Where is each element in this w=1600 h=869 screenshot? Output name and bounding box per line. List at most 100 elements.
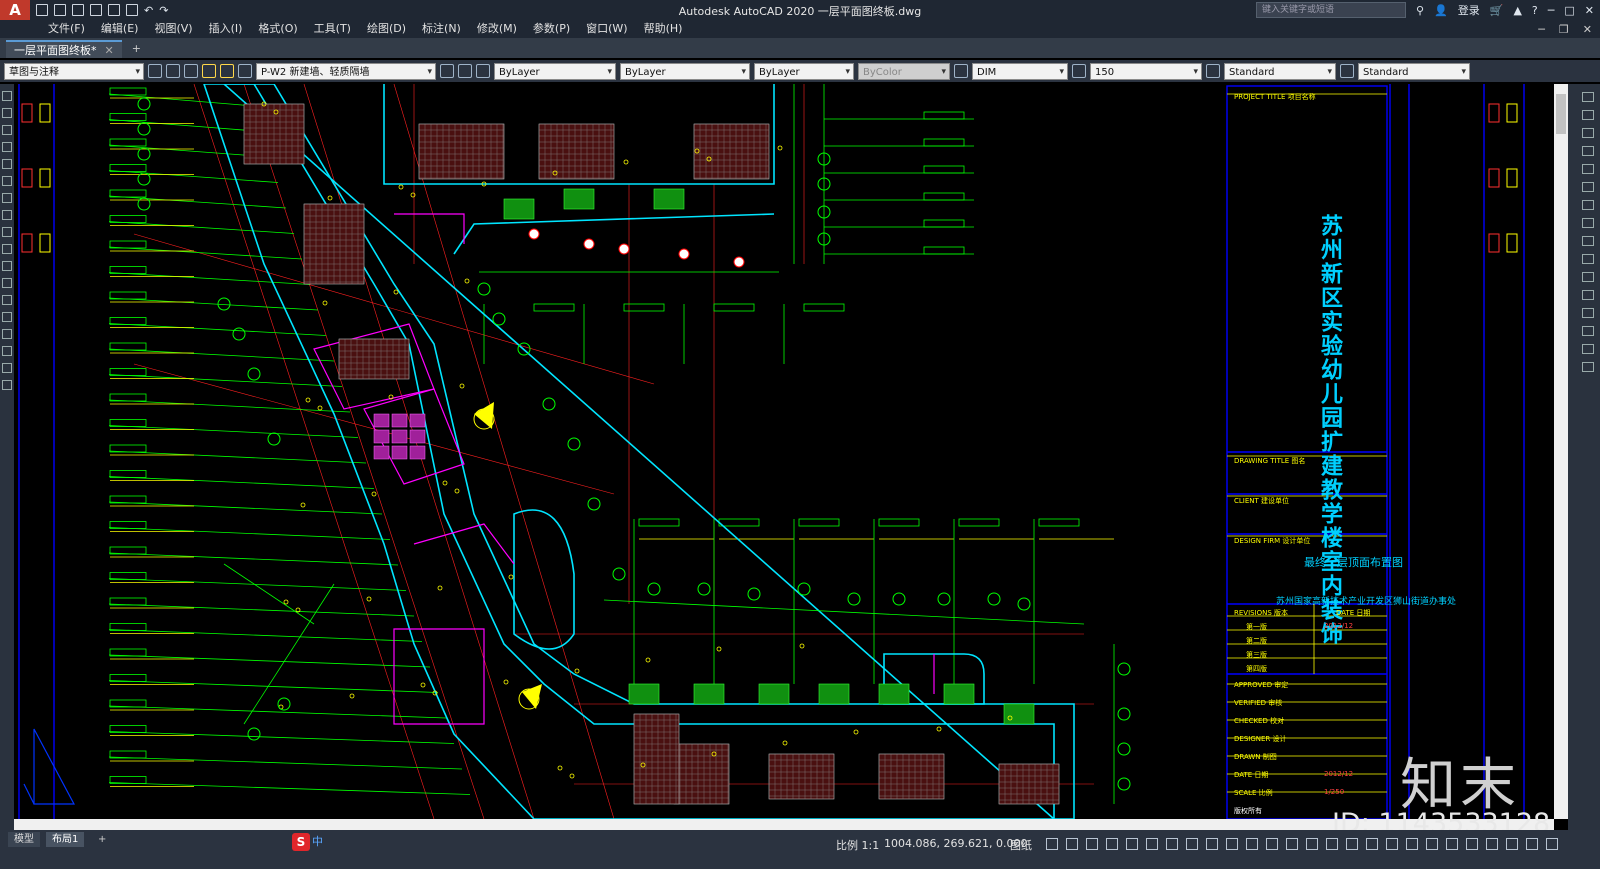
break-icon[interactable] — [1582, 290, 1594, 300]
spline-icon[interactable] — [2, 227, 12, 237]
rectangle-icon[interactable] — [2, 159, 12, 169]
vertical-scroll-thumb[interactable] — [1556, 94, 1566, 134]
scale-icon[interactable] — [1582, 218, 1594, 228]
new-tab-button[interactable]: + — [132, 40, 141, 58]
clean-screen-icon[interactable] — [1526, 838, 1538, 850]
table-icon[interactable] — [2, 363, 12, 373]
doc-restore-button[interactable]: ❐ — [1559, 23, 1569, 36]
mirror-icon[interactable] — [1582, 128, 1594, 138]
save-icon[interactable] — [72, 4, 84, 16]
lineweight-select[interactable]: ByLayer — [754, 62, 854, 81]
object-snap-icon[interactable] — [1166, 838, 1178, 850]
binoculars-icon[interactable]: ⚲ — [1416, 4, 1424, 17]
extend-icon[interactable] — [1582, 272, 1594, 282]
gizmo-icon[interactable] — [1306, 838, 1318, 850]
make-block-icon[interactable] — [2, 278, 12, 288]
tab-layout1[interactable]: 布局1 — [46, 832, 85, 847]
annotation-monitor-icon[interactable] — [1406, 838, 1418, 850]
isodraft-icon[interactable] — [1126, 838, 1138, 850]
login-link[interactable]: 登录 — [1458, 2, 1480, 18]
units-icon[interactable] — [1426, 838, 1438, 850]
layer-properties-icon[interactable] — [184, 64, 198, 78]
plot-icon[interactable] — [126, 4, 138, 16]
polygon-icon[interactable] — [2, 142, 12, 152]
rotate-icon[interactable] — [1582, 200, 1594, 210]
revision-cloud-icon[interactable] — [2, 210, 12, 220]
join-icon[interactable] — [1582, 308, 1594, 318]
circle-icon[interactable] — [2, 193, 12, 203]
autocad-logo-icon[interactable]: A — [0, 0, 30, 20]
new-file-icon[interactable] — [36, 4, 48, 16]
search-input[interactable]: 键入关键字或短语 — [1255, 2, 1406, 18]
isolate-objects-icon[interactable] — [1486, 838, 1498, 850]
explode-icon[interactable] — [1582, 362, 1594, 372]
hardware-acceleration-icon[interactable] — [1506, 838, 1518, 850]
selection-filter-icon[interactable] — [1286, 838, 1298, 850]
undo-icon[interactable]: ↶ — [144, 4, 153, 17]
offset-icon[interactable] — [1582, 146, 1594, 156]
layer-previous-icon[interactable] — [458, 64, 472, 78]
table-style-icon[interactable] — [1206, 64, 1220, 78]
construction-line-icon[interactable] — [2, 108, 12, 118]
menu-item-11[interactable]: 帮助(H) — [636, 20, 691, 38]
gradient-icon[interactable] — [2, 329, 12, 339]
customization-icon[interactable] — [1546, 838, 1558, 850]
menu-item-7[interactable]: 标注(N) — [414, 20, 469, 38]
menu-item-5[interactable]: 工具(T) — [306, 20, 359, 38]
array-icon[interactable] — [1582, 164, 1594, 174]
tab-close-icon[interactable]: ✕ — [105, 44, 114, 57]
quick-properties-icon[interactable] — [1446, 838, 1458, 850]
scale-select[interactable]: 150 — [1090, 62, 1202, 81]
sun-icon[interactable] — [220, 64, 234, 78]
linetype-select[interactable]: ByLayer — [620, 62, 750, 81]
annotation-scale-icon[interactable] — [1366, 838, 1378, 850]
redo-icon[interactable]: ↷ — [159, 4, 168, 17]
dimstyle-select[interactable]: DIM — [972, 62, 1068, 81]
horizontal-scrollbar[interactable] — [14, 819, 1554, 830]
maximize-button[interactable]: □ — [1564, 4, 1574, 17]
grid-toggle-icon[interactable] — [1046, 838, 1058, 850]
menu-item-4[interactable]: 格式(O) — [250, 20, 305, 38]
a360-icon[interactable]: ▲ — [1513, 4, 1521, 17]
open-file-icon[interactable] — [54, 4, 66, 16]
dim-scale-icon[interactable] — [1072, 64, 1086, 78]
copy-icon[interactable] — [1582, 110, 1594, 120]
layer-select[interactable]: P-W2 新建墙、轻质隔墙 — [256, 62, 436, 81]
erase-icon[interactable] — [1582, 92, 1594, 102]
workspace-select[interactable]: 草图与注释 — [4, 62, 144, 81]
hatch-icon[interactable] — [2, 312, 12, 322]
annotation-visibility-icon[interactable] — [1326, 838, 1338, 850]
ellipse-icon[interactable] — [2, 244, 12, 254]
chamfer-icon[interactable] — [1582, 326, 1594, 336]
ortho-toggle-icon[interactable] — [1086, 838, 1098, 850]
vertical-scrollbar[interactable] — [1554, 84, 1568, 819]
doc-minimize-button[interactable]: ─ — [1538, 23, 1545, 36]
lock-ui-icon[interactable] — [1466, 838, 1478, 850]
transparency-icon[interactable] — [1206, 838, 1218, 850]
textstyle-select[interactable]: Standard — [1224, 62, 1336, 81]
drawing-canvas[interactable]: 苏州新区实验幼儿园扩建教学楼室内装饰 PROJECT TITLE 项目名称 DR… — [14, 84, 1568, 819]
dynamic-ucs-icon[interactable] — [1266, 838, 1278, 850]
menu-item-6[interactable]: 绘图(D) — [359, 20, 414, 38]
mtext-icon[interactable] — [2, 380, 12, 390]
close-button[interactable]: ✕ — [1585, 4, 1594, 17]
lineweight-toggle-icon[interactable] — [1186, 838, 1198, 850]
point-icon[interactable] — [2, 295, 12, 305]
web-mobile-icon[interactable] — [108, 4, 120, 16]
ime-indicator[interactable]: S中 — [292, 833, 332, 851]
user-icon[interactable]: 👤 — [1434, 4, 1448, 17]
menu-item-2[interactable]: 视图(V) — [146, 20, 200, 38]
stretch-icon[interactable] — [1582, 236, 1594, 246]
lightbulb-icon[interactable] — [202, 64, 216, 78]
minimize-button[interactable]: ─ — [1548, 4, 1555, 17]
menu-item-9[interactable]: 参数(P) — [525, 20, 578, 38]
fillet-icon[interactable] — [1582, 344, 1594, 354]
move-icon[interactable] — [1582, 182, 1594, 192]
polar-toggle-icon[interactable] — [1106, 838, 1118, 850]
region-icon[interactable] — [2, 346, 12, 356]
auto-scale-icon[interactable] — [1346, 838, 1358, 850]
trim-icon[interactable] — [1582, 254, 1594, 264]
snap-toggle-icon[interactable] — [1066, 838, 1078, 850]
text-style-icon[interactable] — [954, 64, 968, 78]
add-layout-button[interactable]: + — [92, 832, 112, 847]
